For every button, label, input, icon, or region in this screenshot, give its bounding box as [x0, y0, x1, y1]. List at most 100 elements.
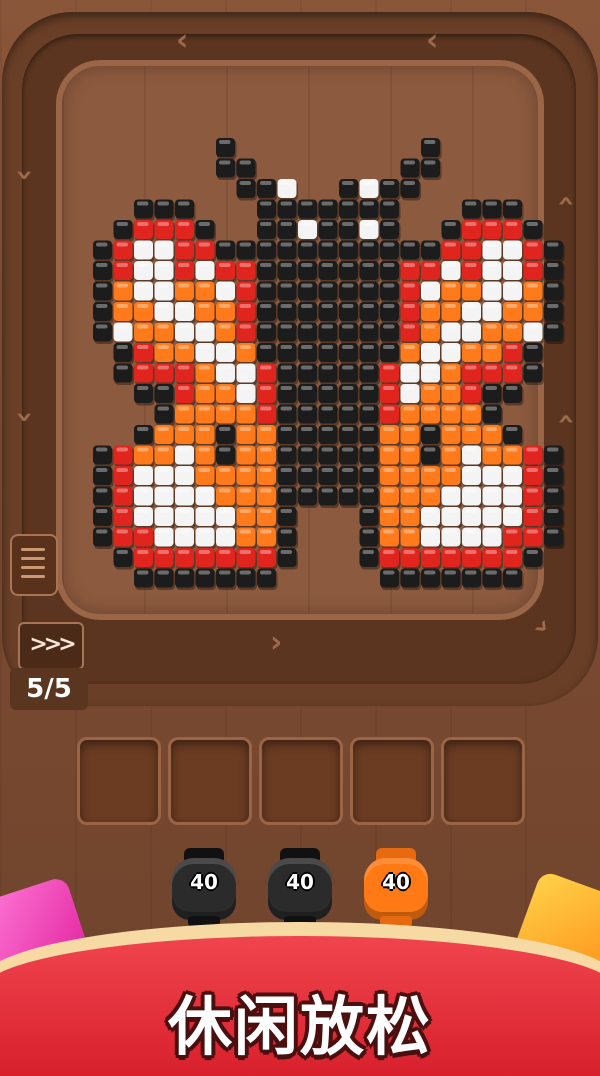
- speed-up-button[interactable]: >>>: [18, 622, 84, 670]
- pixel-highlight: [198, 345, 210, 349]
- pixel-highlight: [178, 468, 190, 472]
- pixel-highlight: [465, 468, 477, 472]
- pixel-highlight: [178, 570, 190, 575]
- pixel-highlight: [342, 304, 354, 308]
- pixel-highlight: [424, 242, 436, 247]
- pixel-highlight: [219, 242, 231, 247]
- pixel-highlight: [465, 509, 477, 513]
- pixel-highlight: [198, 550, 210, 554]
- collector-pot-black[interactable]: 40: [266, 848, 334, 932]
- pixel-highlight: [301, 304, 313, 308]
- pixel-highlight: [219, 570, 231, 575]
- pixel-highlight: [485, 242, 497, 247]
- empty-slot[interactable]: [77, 737, 161, 825]
- pixel-highlight: [362, 509, 374, 513]
- pixel-highlight: [260, 570, 272, 575]
- pixel-highlight: [116, 488, 128, 493]
- pixel-highlight: [157, 345, 169, 349]
- pixel-highlight: [260, 406, 272, 411]
- pixel-highlight: [239, 427, 251, 431]
- empty-slot[interactable]: [168, 737, 252, 825]
- pixel-highlight: [485, 263, 497, 267]
- pixel-highlight: [219, 365, 231, 370]
- pixel-highlight: [239, 447, 251, 452]
- pixel-highlight: [362, 222, 374, 226]
- pixel-highlight: [547, 283, 559, 288]
- pixel-highlight: [157, 488, 169, 493]
- pixel-highlight: [424, 488, 436, 493]
- pixel-highlight: [137, 222, 149, 226]
- pixel-highlight: [239, 488, 251, 493]
- pixel-highlight: [383, 242, 395, 247]
- pixel-highlight: [239, 468, 251, 472]
- pixel-highlight: [301, 324, 313, 329]
- pixel-highlight: [321, 304, 333, 308]
- collector-pot-orange[interactable]: 40: [362, 848, 430, 932]
- pixel-highlight: [219, 509, 231, 513]
- pixel-highlight: [383, 222, 395, 226]
- pixel-highlight: [280, 427, 292, 431]
- pixel-highlight: [280, 468, 292, 472]
- pixel-highlight: [485, 345, 497, 349]
- pixel-highlight: [198, 386, 210, 390]
- pixel-highlight: [383, 550, 395, 554]
- pixel-highlight: [383, 283, 395, 288]
- pixel-highlight: [280, 488, 292, 493]
- pixel-highlight: [280, 304, 292, 308]
- pixel-highlight: [198, 447, 210, 452]
- pixel-highlight: [239, 181, 251, 185]
- empty-slot[interactable]: [350, 737, 434, 825]
- pixel-highlight: [239, 304, 251, 308]
- pixel-highlight: [239, 160, 251, 165]
- pixel-highlight: [321, 283, 333, 288]
- empty-slot[interactable]: [259, 737, 343, 825]
- pixel-highlight: [424, 529, 436, 534]
- pixel-highlight: [178, 406, 190, 411]
- pixel-highlight: [383, 447, 395, 452]
- pixel-highlight: [198, 468, 210, 472]
- pixel-highlight: [424, 345, 436, 349]
- pixel-highlight: [485, 304, 497, 308]
- pixel-highlight: [321, 222, 333, 226]
- pixel-highlight: [116, 324, 128, 329]
- pixel-highlight: [219, 263, 231, 267]
- pixel-highlight: [137, 447, 149, 452]
- pixel-highlight: [506, 324, 518, 329]
- pixel-highlight: [280, 283, 292, 288]
- pixel-highlight: [321, 201, 333, 206]
- pixel-highlight: [444, 406, 456, 411]
- pixel-highlight: [137, 488, 149, 493]
- pixel-highlight: [137, 468, 149, 472]
- pixel-highlight: [403, 570, 415, 575]
- pixel-highlight: [444, 283, 456, 288]
- empty-slot[interactable]: [441, 737, 525, 825]
- pixel-highlight: [485, 222, 497, 226]
- pixel-highlight: [526, 550, 538, 554]
- pixel-highlight: [260, 468, 272, 472]
- pixel-highlight: [239, 406, 251, 411]
- pixel-highlight: [362, 427, 374, 431]
- pixel-highlight: [260, 181, 272, 185]
- pixel-highlight: [157, 570, 169, 575]
- pixel-highlight: [301, 386, 313, 390]
- pixel-highlight: [280, 242, 292, 247]
- pixel-highlight: [219, 386, 231, 390]
- pixel-highlight: [547, 447, 559, 452]
- pixel-highlight: [342, 488, 354, 493]
- pixel-highlight: [260, 550, 272, 554]
- pixel-highlight: [485, 427, 497, 431]
- pixel-highlight: [239, 509, 251, 513]
- pixel-highlight: [362, 550, 374, 554]
- menu-button[interactable]: [10, 534, 58, 596]
- pixel-highlight: [178, 365, 190, 370]
- pixel-highlight: [219, 468, 231, 472]
- pixel-highlight: [362, 447, 374, 452]
- pixel-highlight: [383, 570, 395, 575]
- pixel-highlight: [485, 468, 497, 472]
- pixel-highlight: [260, 529, 272, 534]
- pixel-highlight: [342, 222, 354, 226]
- pixel-highlight: [506, 222, 518, 226]
- collector-pot-black[interactable]: 40: [170, 848, 238, 932]
- progress-counter: 5/5: [10, 668, 88, 710]
- pot-count: 40: [382, 870, 410, 894]
